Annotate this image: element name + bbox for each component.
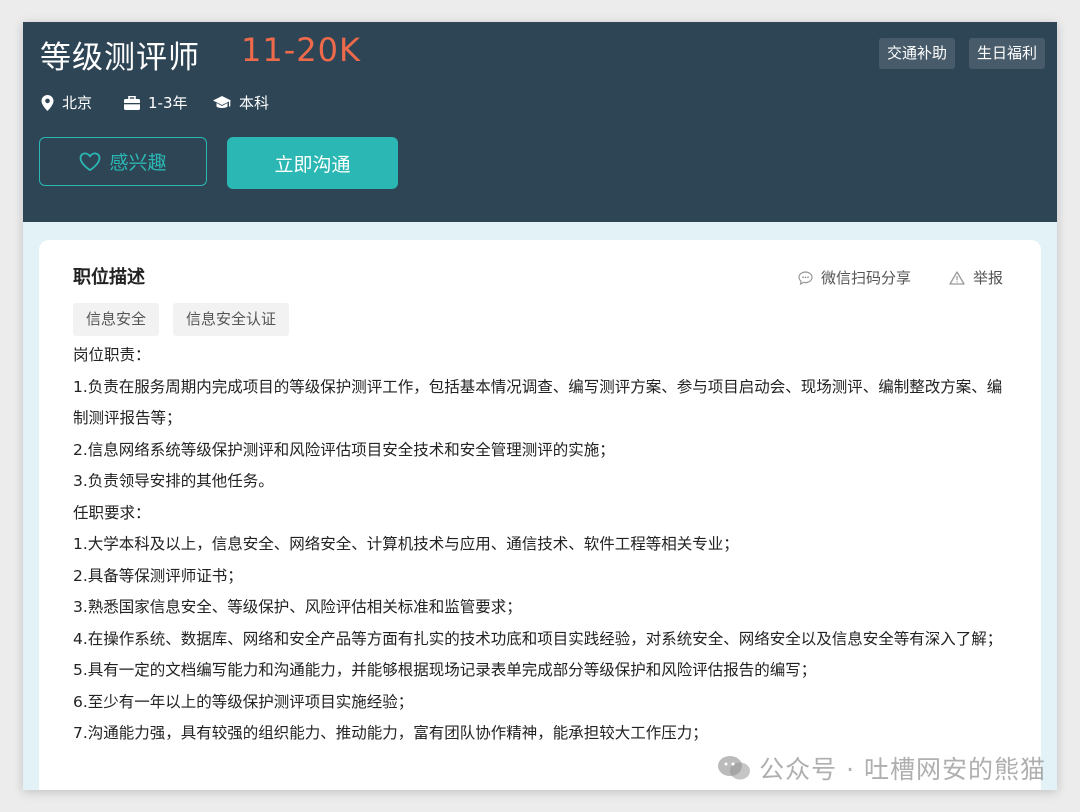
job-detail-window: 等级测评师 11-20K 交通补助 生日福利 北京 1-3年 本科 感兴趣 立即… — [23, 22, 1057, 790]
description-line: 1.大学本科及以上，信息安全、网络安全、计算机技术与应用、通信技术、软件工程等相… — [73, 535, 739, 553]
description-line: 1.负责在服务周期内完成项目的等级保护测评工作，包括基本情况调查、编写测评方案、… — [73, 377, 1003, 428]
chat-now-button[interactable]: 立即沟通 — [227, 137, 398, 189]
experience-text: 1-3年 — [148, 94, 188, 112]
job-experience: 1-3年 — [124, 92, 188, 113]
description-line: 3.负责领导安排的其他任务。 — [73, 472, 274, 490]
benefit-tag-transport: 交通补助 — [879, 38, 956, 69]
section-title: 职位描述 — [73, 267, 145, 288]
description-line: 2.信息网络系统等级保护测评和风险评估项目安全技术和安全管理测评的实施； — [73, 440, 615, 459]
salary-range: 11-20K — [241, 31, 361, 69]
wechat-logo-icon — [718, 756, 751, 780]
skill-tag: 信息安全认证 — [173, 303, 290, 336]
report-label: 举报 — [973, 269, 1004, 287]
warning-icon — [949, 270, 965, 285]
wechat-share-label: 微信扫码分享 — [821, 269, 912, 287]
location-text: 北京 — [62, 94, 93, 112]
description-line: 任职要求： — [73, 503, 151, 522]
job-description-text: 岗位职责： 1.负责在服务周期内完成项目的等级保护测评工作，包括基本情况调查、编… — [73, 340, 1013, 750]
chat-now-button-label: 立即沟通 — [274, 153, 351, 176]
report-button[interactable]: 举报 — [949, 267, 1003, 288]
description-line: 7.沟通能力强，具有较强的组织能力、推动能力，富有团队协作精神，能承担较大工作压… — [73, 724, 708, 742]
job-education: 本科 — [213, 92, 269, 113]
description-line: 岗位职责： — [73, 346, 151, 364]
skill-tag: 信息安全 — [73, 303, 160, 336]
education-text: 本科 — [239, 94, 270, 112]
watermark-text: 公众号 · 吐槽网安的熊猫 — [759, 755, 1046, 784]
location-pin-icon — [41, 94, 54, 111]
briefcase-icon — [124, 95, 140, 110]
interest-button[interactable]: 感兴趣 — [39, 137, 207, 186]
description-line: 2.具备等保测评师证书； — [73, 566, 243, 585]
job-description-card: 职位描述 微信扫码分享 举报 信息安全 信息安全认证 岗位职责： 1.负责在服务… — [39, 240, 1041, 790]
wechat-share-button[interactable]: 微信扫码分享 — [798, 267, 911, 288]
watermark: 公众号 · 吐槽网安的熊猫 — [717, 750, 1046, 786]
description-line: 6.至少有一年以上的等级保护测评项目实施经验； — [73, 692, 414, 711]
description-line: 3.熟悉国家信息安全、等级保护、风险评估相关标准和监管要求； — [73, 598, 522, 616]
job-title: 等级测评师 — [40, 40, 200, 76]
job-header: 等级测评师 11-20K 交通补助 生日福利 北京 1-3年 本科 感兴趣 立即… — [23, 22, 1057, 222]
description-line: 4.在操作系统、数据库、网络和安全产品等方面有扎实的技术功底和项目实践经验，对系… — [73, 629, 1003, 648]
benefit-tag-birthday: 生日福利 — [969, 38, 1046, 69]
description-line: 5.具有一定的文档编写能力和沟通能力，并能够根据现场记录表单完成部分等级保护和风… — [73, 661, 817, 679]
graduation-cap-icon — [213, 95, 231, 108]
job-location: 北京 — [41, 92, 92, 113]
heart-icon — [80, 152, 101, 171]
interest-button-label: 感兴趣 — [109, 152, 167, 174]
chat-bubble-icon — [798, 270, 813, 285]
